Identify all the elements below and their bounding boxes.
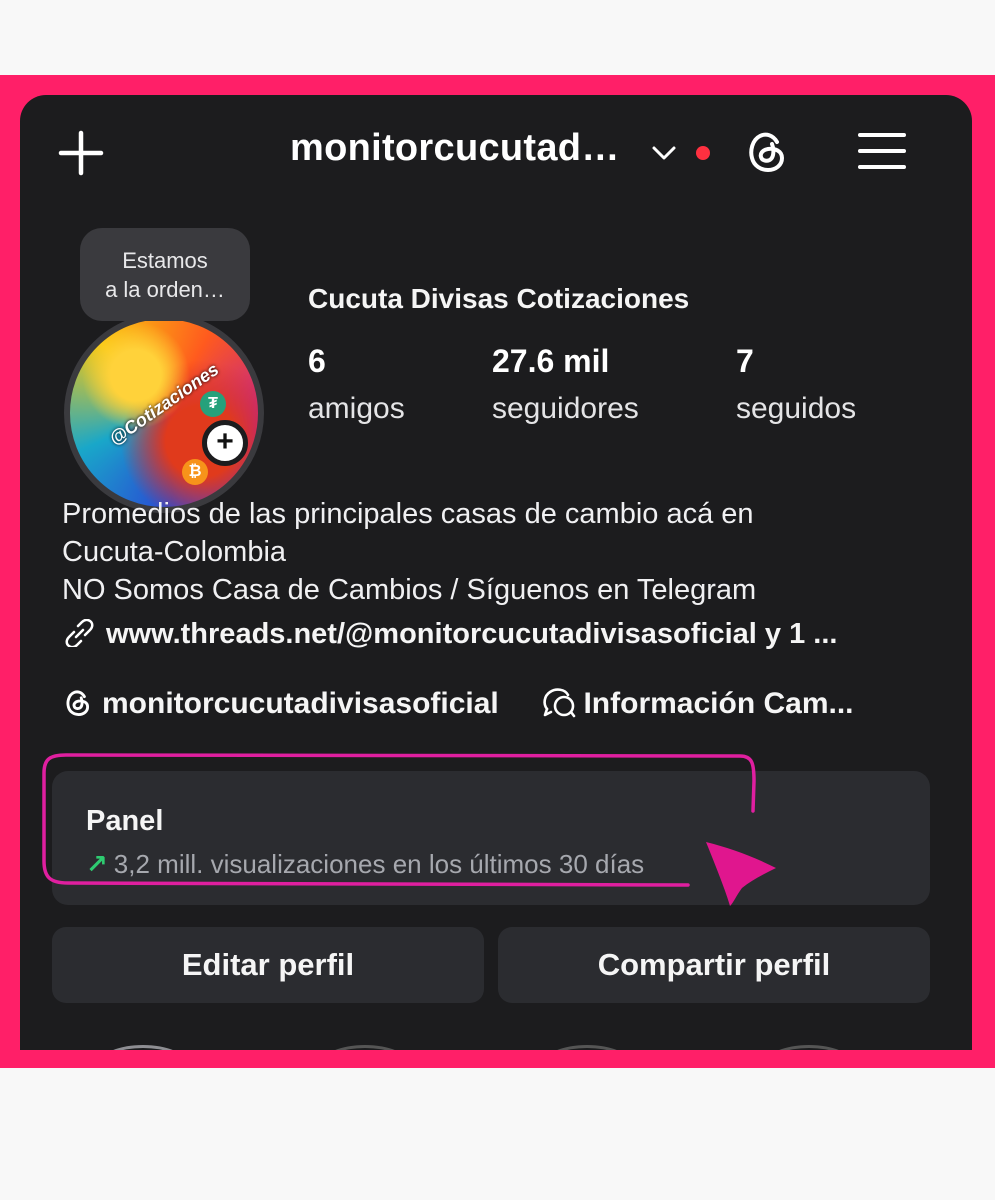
share-profile-button[interactable]: Compartir perfil: [498, 927, 930, 1003]
story-highlight[interactable]: [98, 1045, 188, 1050]
stat-following-value: 7: [736, 343, 754, 379]
profile-note-bubble[interactable]: Estamos a la orden…: [80, 228, 250, 321]
threads-profile-link[interactable]: monitorcucutadivisasoficial: [62, 687, 507, 720]
chevron-down-icon[interactable]: [650, 143, 678, 163]
panel-views-text: 3,2 mill. visualizaciones en los últimos…: [113, 849, 645, 879]
profile-screen: monitorcucutad… @Cotizaciones ₮ ₿ Estamo…: [20, 95, 972, 1050]
bio-line: NO Somos Casa de Cambios / Síguenos en T…: [62, 574, 757, 606]
bio-link[interactable]: www.threads.net/@monitorcucutadivisasofi…: [62, 618, 837, 651]
threads-icon[interactable]: [742, 127, 792, 177]
stat-friends-value: 6: [308, 343, 326, 379]
bitcoin-icon: ₿: [182, 459, 208, 485]
bio-link-text: www.threads.net/@monitorcucutadivisasofi…: [106, 618, 838, 650]
bio-text: Promedios de las principales casas de ca…: [62, 495, 756, 609]
panel-subtitle: ↗ 3,2 mill. visualizaciones en los último…: [86, 849, 644, 880]
plus-icon[interactable]: [58, 130, 104, 176]
stat-friends-label: amigos: [308, 392, 405, 425]
profile-links-row: monitorcucutadivisasoficial Información …: [62, 687, 854, 721]
stat-following-label: seguidos: [736, 392, 857, 425]
stat-friends[interactable]: 6 amigos: [308, 343, 405, 426]
avatar[interactable]: @Cotizaciones ₮ ₿: [64, 313, 264, 513]
story-highlight[interactable]: [764, 1045, 854, 1050]
channel-name: Información Cam...: [583, 687, 854, 720]
threads-handle: monitorcucutadivisasoficial: [102, 687, 499, 720]
stat-following[interactable]: 7 seguidos: [736, 343, 856, 426]
stat-followers-label: seguidores: [492, 392, 639, 425]
channel-link[interactable]: Información Cam...: [533, 687, 854, 720]
story-highlight[interactable]: [542, 1045, 632, 1050]
account-username[interactable]: monitorcucutad…: [290, 127, 620, 170]
story-highlight[interactable]: [320, 1045, 410, 1050]
stat-followers[interactable]: 27.6 mil seguidores: [492, 343, 639, 426]
bio-line: Promedios de las principales casas de ca…: [62, 498, 754, 530]
note-line-2: a la orden…: [105, 277, 225, 302]
threads-small-icon: [66, 690, 90, 716]
trend-up-arrow-icon: ↗: [86, 849, 108, 879]
note-line-1: Estamos: [122, 248, 208, 273]
panel-title: Panel: [86, 805, 164, 837]
link-icon: [65, 619, 94, 647]
broadcast-channel-icon: [543, 688, 576, 718]
display-name: Cucuta Divisas Cotizaciones: [308, 283, 690, 314]
bio-line: Cucuta-Colombia: [62, 536, 287, 568]
professional-dashboard-card[interactable]: Panel ↗ 3,2 mill. visualizaciones en los …: [52, 771, 930, 905]
stat-followers-value: 27.6 mil: [492, 343, 610, 379]
notification-dot: [696, 146, 710, 160]
edit-profile-button[interactable]: Editar perfil: [52, 927, 484, 1003]
add-story-button[interactable]: +: [202, 420, 248, 466]
hamburger-menu-icon[interactable]: [856, 129, 908, 173]
tether-icon: ₮: [200, 391, 226, 417]
